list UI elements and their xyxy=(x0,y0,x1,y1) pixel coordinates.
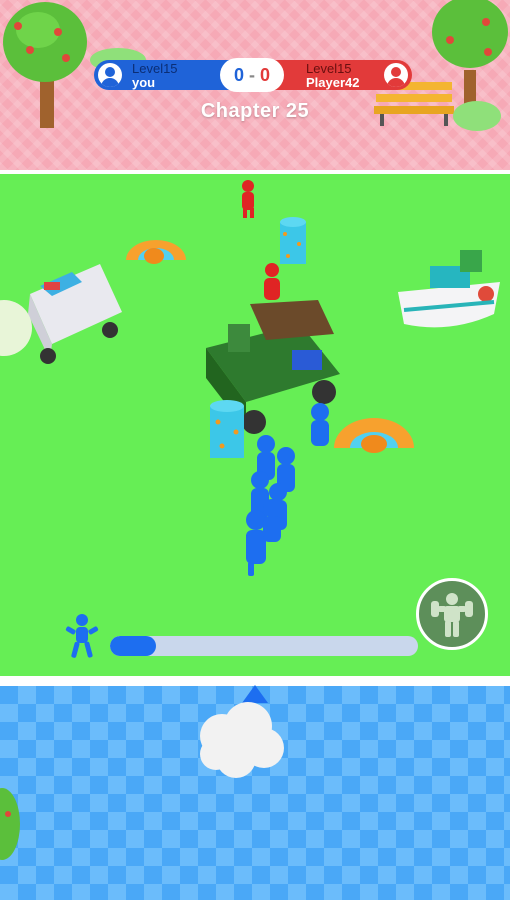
opponent-name: Player42 xyxy=(306,75,360,90)
pillar-obstacle xyxy=(210,400,244,458)
chapter-label: Chapter 25 xyxy=(200,100,310,122)
person-icon xyxy=(98,63,122,87)
score-display: 0 - 0 xyxy=(220,58,284,92)
tree-bottom-left xyxy=(0,788,20,860)
score-separator: - xyxy=(249,65,255,85)
enemy-figure xyxy=(242,180,254,218)
pillar-obstacle xyxy=(280,217,306,264)
smoke-cloud xyxy=(200,702,284,778)
gear-obstacle xyxy=(126,240,186,264)
power-button[interactable] xyxy=(416,578,488,650)
offscreen-item xyxy=(0,300,32,356)
person-icon xyxy=(384,63,408,87)
boat-vehicle xyxy=(398,250,500,328)
ambulance-vehicle xyxy=(28,264,122,364)
gear-obstacle xyxy=(334,418,414,453)
crowd-progress-bar xyxy=(110,636,418,656)
player-score: 0 xyxy=(233,65,244,85)
opponent-score: 0 xyxy=(260,65,271,85)
player-level: Level15 xyxy=(132,61,178,76)
opponent-level: Level15 xyxy=(306,61,352,76)
stickman-icon xyxy=(65,614,99,658)
strongman-icon xyxy=(431,593,473,637)
player-name: you xyxy=(132,75,156,90)
scoreboard: Level15 you Level15 Player42 0 - 0 xyxy=(94,58,412,92)
crowd-progress-fill xyxy=(110,636,157,656)
enemy-figure xyxy=(264,263,280,300)
